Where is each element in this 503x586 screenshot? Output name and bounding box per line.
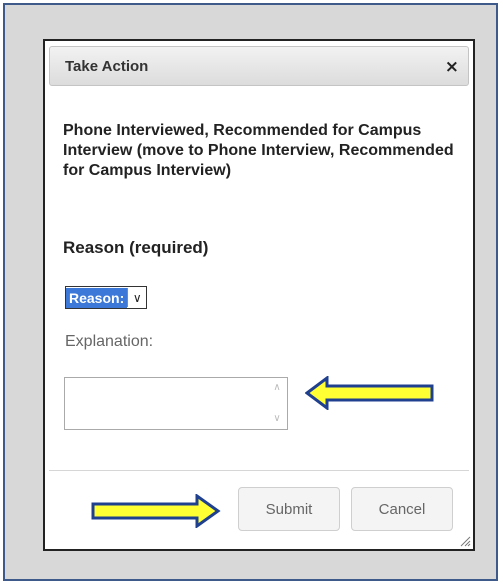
arrow-right-icon: [91, 494, 221, 528]
explanation-textarea[interactable]: ∧ ∨: [64, 377, 288, 430]
close-icon[interactable]: ×: [445, 57, 459, 77]
footer-divider: [49, 470, 469, 471]
resize-handle-icon[interactable]: [459, 535, 471, 547]
submit-button[interactable]: Submit: [238, 487, 340, 531]
chevron-up-icon[interactable]: ∧: [270, 382, 284, 394]
dialog-title: Take Action: [65, 58, 149, 75]
arrow-left-icon: [305, 376, 434, 410]
explanation-label: Explanation:: [65, 333, 154, 350]
action-description: Phone Interviewed, Recommended for Campu…: [63, 122, 454, 179]
reason-select-value: Reason:: [66, 287, 128, 308]
take-action-dialog: Take Action × Phone Interviewed, Recomme…: [43, 39, 475, 551]
cancel-button[interactable]: Cancel: [351, 487, 453, 531]
chevron-down-icon[interactable]: ∨: [270, 413, 284, 425]
reason-heading: Reason (required): [63, 238, 209, 257]
chevron-down-icon: ∨: [127, 288, 146, 307]
reason-select[interactable]: Reason: ∨: [65, 286, 148, 309]
dialog-titlebar[interactable]: Take Action ×: [49, 46, 469, 86]
